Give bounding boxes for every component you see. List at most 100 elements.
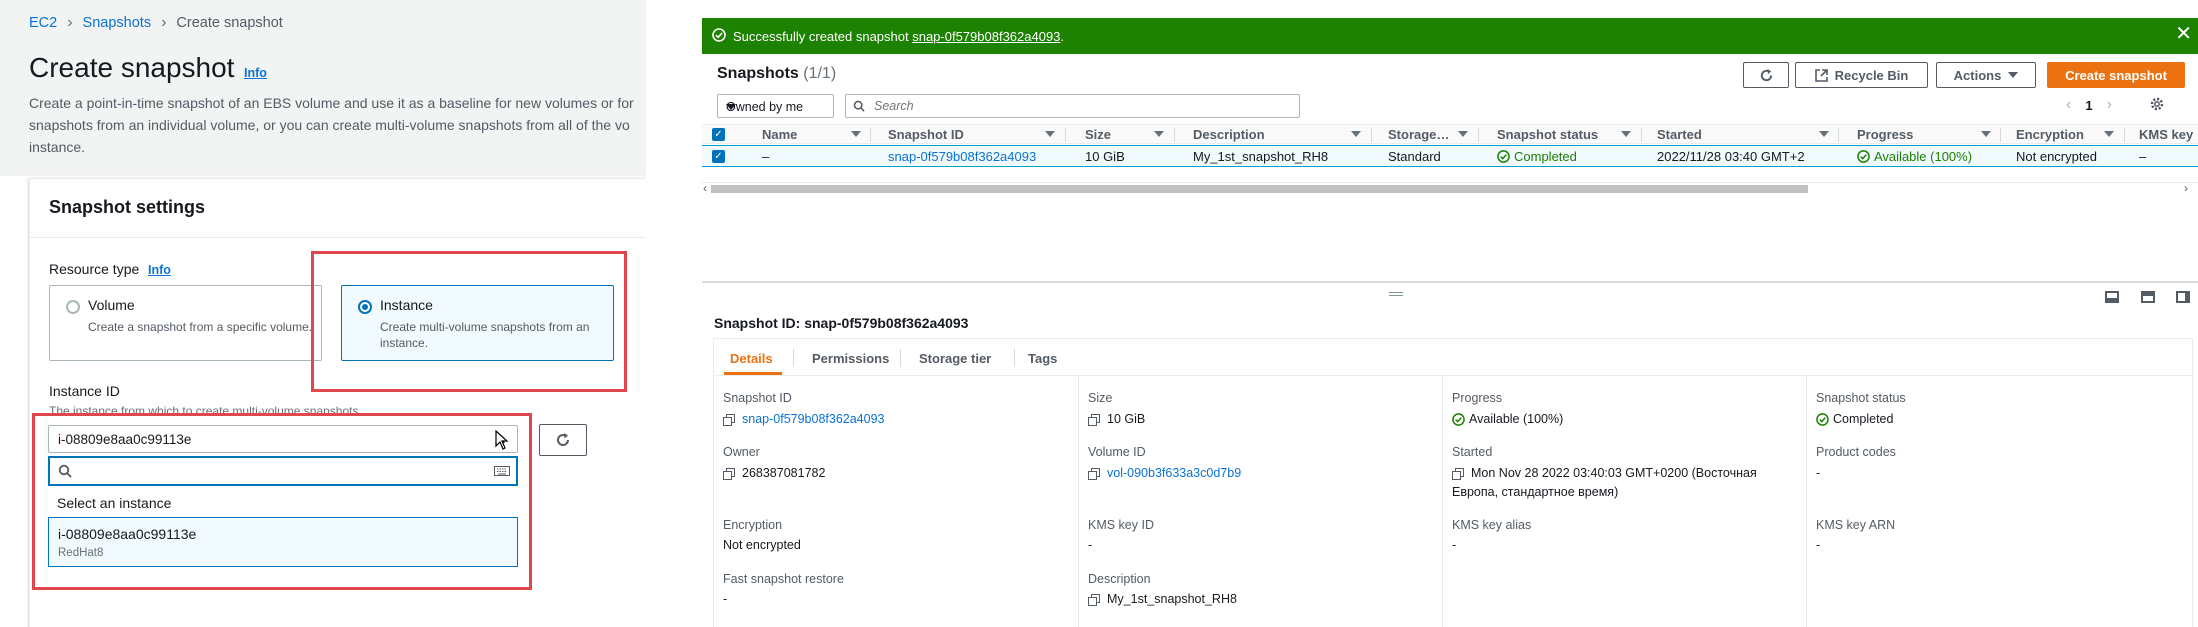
fast-restore-label: Fast snapshot restore [723,572,844,586]
resize-handle-icon[interactable] [1389,292,1403,296]
sort-icon[interactable] [851,131,861,137]
copy-icon[interactable] [723,413,735,426]
check-circle-icon [712,28,726,42]
snapshot-search-input[interactable] [874,98,1274,114]
col-snapshot-status[interactable]: Snapshot status [1497,127,1598,142]
refresh-instances-button[interactable] [539,424,587,456]
copy-icon[interactable] [1452,467,1464,480]
tab-tags[interactable]: Tags [1028,351,1057,366]
description-line: instance. [29,139,86,155]
col-snapshot-id[interactable]: Snapshot ID [888,127,964,142]
breadcrumb-ec2[interactable]: EC2 [29,15,57,31]
active-tab-indicator [724,372,782,375]
close-icon[interactable]: ✕ [2175,24,2192,44]
kms-alias-value: - [1452,538,1457,552]
select-all-checkbox[interactable]: ✓ [712,128,725,141]
cell-status: Completed [1497,149,1577,164]
cell-description: My_1st_snapshot_RH8 [1193,149,1329,164]
sort-icon[interactable] [1458,131,1468,137]
col-progress[interactable]: Progress [1857,127,1913,142]
column-divider[interactable] [1641,128,1642,142]
column-divider[interactable] [1478,128,1479,142]
sort-icon[interactable] [2104,131,2114,137]
tab-storage-tier[interactable]: Storage tier [919,351,991,366]
scrollbar-thumb[interactable] [711,185,1808,193]
page-number[interactable]: 1 [2085,98,2092,113]
col-description[interactable]: Description [1193,127,1265,142]
copy-icon[interactable] [1088,593,1100,606]
copy-icon[interactable] [1088,467,1100,480]
column-divider[interactable] [1174,128,1175,142]
title-info-link[interactable]: Info [244,66,267,80]
gear-icon[interactable] [2149,96,2165,112]
column-divider [1806,376,1807,627]
volume-description: Create a snapshot from a specific volume… [88,320,313,334]
sort-icon[interactable] [1819,131,1829,137]
resource-type-label: Resource type [49,261,140,277]
sort-icon[interactable] [1621,131,1631,137]
copy-icon[interactable] [1088,413,1100,426]
sort-icon[interactable] [1351,131,1361,137]
resource-type-volume-tile[interactable]: Volume Create a snapshot from a specific… [49,285,322,361]
col-storage[interactable]: Storage… [1388,127,1449,142]
column-divider[interactable] [870,128,871,142]
horizontal-scrollbar[interactable]: ‹ › [702,181,2198,195]
split-off-icon[interactable] [2176,291,2190,303]
volume-id-value: vol-090b3f633a3c0d7b9 [1088,464,1241,483]
check-circle-icon [1452,413,1465,426]
column-divider[interactable] [2124,128,2125,142]
col-kms-key[interactable]: KMS key [2139,127,2193,142]
split-panel-divider[interactable] [702,281,2198,283]
snapshots-console: Successfully created snapshot snap-0f579… [702,18,2198,627]
owner-filter-select[interactable]: Owned by me [717,94,834,118]
scroll-left-icon[interactable]: ‹ [703,181,707,195]
detail-title: Snapshot ID: snap-0f579b08f362a4093 [714,315,969,331]
snapshot-search[interactable] [845,94,1300,118]
copy-icon[interactable] [723,467,735,480]
refresh-icon [1760,68,1772,81]
column-divider[interactable] [1371,128,1372,142]
tab-divider [793,349,794,367]
scroll-right-icon[interactable]: › [2184,181,2188,195]
sort-icon[interactable] [1045,131,1055,137]
col-name[interactable]: Name [762,127,797,142]
highlight-box-instance-id [32,413,532,590]
split-side-icon[interactable] [2141,291,2155,303]
fast-restore-value: - [723,592,728,606]
actions-button[interactable]: Actions [1936,62,2036,88]
sort-icon[interactable] [1154,131,1164,137]
volume-radio[interactable] [66,300,80,314]
check-circle-icon [1816,413,1829,426]
cell-kms: – [2139,149,2147,164]
create-snapshot-button[interactable]: Create snapshot [2047,62,2185,88]
snapshot-id-link[interactable]: snap-0f579b08f362a4093 [742,412,885,426]
snapshot-id-link[interactable]: snap-0f579b08f362a4093 [888,149,1036,164]
resource-type-info-link[interactable]: Info [148,263,171,277]
column-divider[interactable] [1838,128,1839,142]
column-divider[interactable] [2000,128,2001,142]
column-divider [1078,376,1079,627]
flash-snapshot-link[interactable]: snap-0f579b08f362a4093 [912,29,1060,44]
split-bottom-icon[interactable] [2105,291,2119,303]
col-encryption[interactable]: Encryption [2016,127,2084,142]
owner-value: 268387081782 [723,464,825,483]
recycle-bin-button[interactable]: Recycle Bin [1795,62,1928,88]
tab-permissions[interactable]: Permissions [812,351,889,366]
chevron-left-icon[interactable]: ‹ [2066,96,2071,114]
column-divider[interactable] [1065,128,1066,142]
breadcrumb-snapshots[interactable]: Snapshots [83,15,152,31]
table-row[interactable]: ✓ – snap-0f579b08f362a4093 10 GiB My_1st… [702,145,2198,167]
actions-label: Actions [1953,67,2002,83]
row-checkbox[interactable]: ✓ [712,150,725,163]
col-started[interactable]: Started [1657,127,1702,142]
sort-icon[interactable] [1981,131,1991,137]
col-size[interactable]: Size [1085,127,1111,142]
product-codes-value: - [1816,466,1821,480]
tab-details[interactable]: Details [730,351,773,366]
refresh-button[interactable] [1743,62,1789,88]
flash-text-end: . [1060,29,1065,44]
volume-id-link[interactable]: vol-090b3f633a3c0d7b9 [1107,466,1241,480]
chevron-right-icon[interactable]: › [2107,96,2112,114]
product-codes-label: Product codes [1816,445,1896,459]
cell-encryption: Not encrypted [2016,149,2097,164]
